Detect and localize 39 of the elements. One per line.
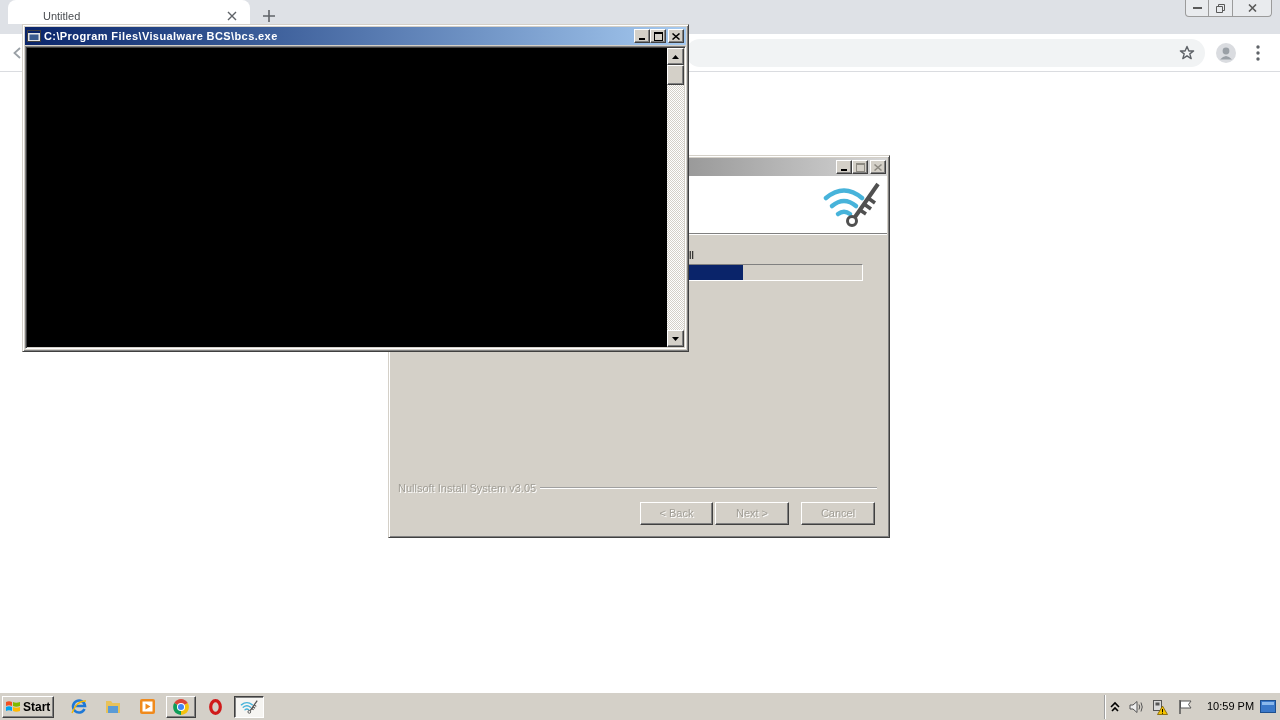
triangle-up-icon [672, 54, 679, 59]
taskbar-button[interactable] [234, 695, 264, 718]
minimize-icon [639, 38, 645, 40]
avatar-icon[interactable] [1216, 42, 1236, 63]
close-icon [874, 163, 882, 171]
status-text: ll [689, 248, 694, 262]
scroll-up-button[interactable] [667, 48, 684, 65]
ring-logo-icon [173, 698, 189, 715]
minimize-icon [841, 169, 847, 171]
minimize-icon [1192, 7, 1202, 9]
close-icon [672, 32, 680, 40]
maximize-icon [653, 31, 663, 41]
flag-icon[interactable] [1177, 698, 1193, 715]
console-window-icon [27, 30, 41, 42]
star-icon[interactable] [1179, 44, 1195, 61]
flag-logo-icon [5, 699, 21, 714]
scroll-down-button[interactable] [667, 330, 684, 347]
plus-icon[interactable] [263, 10, 275, 22]
start-button[interactable]: Start [2, 695, 54, 718]
show-desktop-icon[interactable] [1260, 700, 1276, 713]
window-title: C:\Program Files\Visualware BCS\bcs.exe [44, 30, 278, 42]
close-icon[interactable] [227, 11, 237, 21]
scroll-thumb[interactable] [667, 65, 684, 85]
wifi-key-icon [822, 181, 880, 228]
close-icon [1247, 4, 1257, 12]
chevron-up-icon[interactable] [1110, 700, 1120, 713]
plug-warning-icon[interactable] [1152, 698, 1168, 715]
o-logo-icon[interactable] [208, 698, 222, 715]
restore-icon [1216, 3, 1225, 13]
triangle-down-icon [672, 336, 679, 341]
menu-icon[interactable] [1256, 44, 1260, 61]
e-logo-icon[interactable] [71, 698, 87, 715]
maximize-icon [855, 162, 865, 172]
wifi-key-icon [240, 699, 258, 714]
browser-tab[interactable]: Untitled [8, 0, 250, 24]
speaker-icon[interactable] [1128, 698, 1144, 715]
maximize-button[interactable] [650, 29, 666, 43]
clock: 10:59 PM [1207, 699, 1253, 715]
restore-button[interactable] [1209, 0, 1233, 17]
